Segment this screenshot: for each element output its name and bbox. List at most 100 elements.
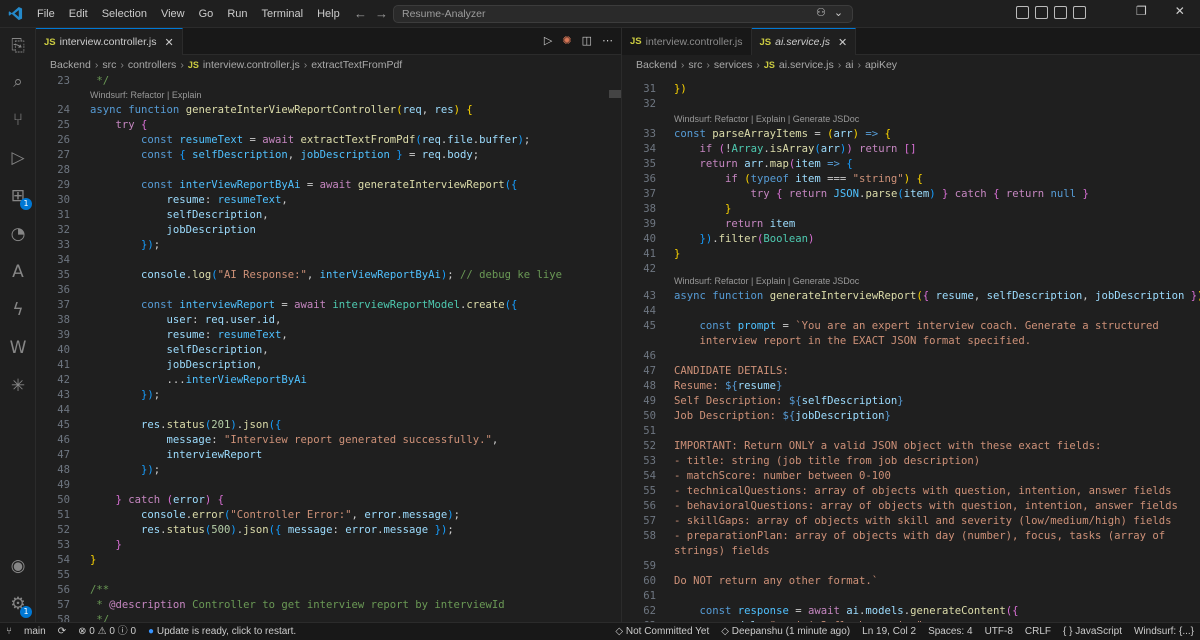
- breadcrumb: Backend › src › services › JS ai.service.js › ai ›…: [622, 56, 1200, 74]
- copilot-icon[interactable]: ⚇: [816, 6, 826, 19]
- command-center-search[interactable]: Resume-Analyzer: [393, 5, 853, 23]
- breadcrumb-item[interactable]: controllers: [128, 59, 176, 71]
- codelens[interactable]: Windsurf: Refactor | Explain: [90, 90, 201, 103]
- code-text: selfDescription,: [166, 209, 269, 221]
- windsurf-icon[interactable]: W: [6, 336, 30, 360]
- menu-item-view[interactable]: View: [154, 0, 192, 28]
- line-number: 40: [643, 233, 656, 245]
- source-control-icon[interactable]: ⑂: [6, 108, 30, 132]
- encoding[interactable]: UTF-8: [979, 623, 1019, 640]
- layout-controls: [1016, 6, 1086, 19]
- gear-icon[interactable]: ⚙: [6, 592, 32, 618]
- breadcrumb-item[interactable]: apiKey: [865, 59, 897, 71]
- breadcrumb-item[interactable]: Backend: [50, 59, 91, 71]
- problems[interactable]: ⊗ 0 ⚠ 0 ⓘ 0: [72, 623, 142, 640]
- layout-customize-icon[interactable]: [1016, 6, 1029, 19]
- code-line: 49: [36, 478, 621, 493]
- breadcrumb-item[interactable]: src: [102, 59, 116, 71]
- breadcrumb-item[interactable]: extractTextFromPdf: [311, 59, 402, 71]
- close-icon[interactable]: ✕: [1175, 4, 1185, 18]
- run-icon[interactable]: ▷: [544, 34, 552, 47]
- menu-item-help[interactable]: Help: [310, 0, 347, 28]
- line-number: 53: [643, 455, 656, 467]
- line-number: 38: [643, 203, 656, 215]
- breadcrumb-item[interactable]: ai: [845, 59, 853, 71]
- branch[interactable]: main: [18, 623, 52, 640]
- code-line: 54 - matchScore: number between 0-100: [622, 469, 1200, 484]
- breadcrumb-item[interactable]: Backend: [636, 59, 677, 71]
- code-text: }).filter(Boolean): [699, 233, 815, 245]
- forward-arrow-icon[interactable]: →: [375, 6, 388, 21]
- more-actions-icon[interactable]: ⋯: [602, 34, 613, 47]
- back-arrow-icon[interactable]: ←: [354, 6, 367, 21]
- cursor-position[interactable]: Ln 19, Col 2: [856, 623, 922, 640]
- line-number: 33: [643, 128, 656, 140]
- restore-icon[interactable]: ❐: [1136, 4, 1147, 18]
- close-icon[interactable]: ✕: [838, 36, 847, 49]
- split-editor-icon[interactable]: ◫: [582, 34, 592, 47]
- menu-item-edit[interactable]: Edit: [62, 0, 95, 28]
- code-line: 59: [622, 559, 1200, 574]
- code-text: try {: [115, 119, 148, 131]
- update-notice[interactable]: ● Update is ready, click to restart.: [142, 623, 302, 640]
- code-line: 31}): [622, 82, 1200, 97]
- indentation[interactable]: Spaces: 4: [922, 623, 978, 640]
- tab-ai-service[interactable]: JS ai.service.js ✕: [751, 28, 857, 55]
- code-line: 39 resume: resumeText,: [36, 328, 621, 343]
- windsurf-status[interactable]: Windsurf: {...}: [1128, 623, 1200, 640]
- tab-interview-controller[interactable]: JS interview.controller.js: [622, 28, 752, 55]
- code-line: strings) fields: [622, 544, 1200, 559]
- toggle-secondary-sidebar-icon[interactable]: [1073, 6, 1086, 19]
- breadcrumb-item[interactable]: src: [688, 59, 702, 71]
- breadcrumb-item[interactable]: interview.controller.js: [203, 59, 300, 71]
- codelens[interactable]: Windsurf: Refactor | Explain | Generate …: [674, 114, 859, 127]
- extensions-icon[interactable]: ⊞: [6, 184, 32, 210]
- code-text: */: [90, 75, 110, 87]
- line-number: 42: [643, 263, 656, 275]
- line-number: 49: [643, 395, 656, 407]
- menu-item-go[interactable]: Go: [192, 0, 221, 28]
- edge-icon[interactable]: ◔: [6, 222, 30, 246]
- breadcrumb: Backend › src › controllers › JS interview.cont…: [36, 56, 621, 74]
- code-line: 40 selfDescription,: [36, 343, 621, 358]
- code-line: 42: [622, 262, 1200, 277]
- azure-icon[interactable]: A: [6, 260, 30, 284]
- git-commit[interactable]: ◇ Not Committed Yet: [609, 623, 715, 640]
- account-icon[interactable]: ◉: [6, 554, 30, 578]
- toggle-sidebar-icon[interactable]: [1035, 6, 1048, 19]
- breadcrumb-item[interactable]: services: [714, 59, 753, 71]
- code-text: Self Description: ${selfDescription}: [674, 395, 904, 407]
- language-mode[interactable]: { } JavaScript: [1057, 623, 1128, 640]
- menu-item-selection[interactable]: Selection: [95, 0, 154, 28]
- git-blame[interactable]: ◇ Deepanshu (1 minute ago): [715, 623, 856, 640]
- code-line: 53 }: [36, 538, 621, 553]
- code-text: ...interViewReportByAi: [90, 374, 307, 386]
- toggle-panel-icon[interactable]: [1054, 6, 1067, 19]
- sync-icon[interactable]: ⟳: [52, 623, 72, 640]
- code-line: 34: [36, 253, 621, 268]
- chevron-down-icon[interactable]: ⌄: [834, 6, 843, 19]
- menu-item-file[interactable]: File: [30, 0, 62, 28]
- codelens[interactable]: Windsurf: Refactor | Explain | Generate …: [674, 276, 859, 289]
- remote-icon[interactable]: ⑂: [0, 623, 18, 640]
- close-icon[interactable]: ✕: [165, 36, 174, 49]
- menu-item-run[interactable]: Run: [220, 0, 254, 28]
- line-number: 41: [57, 359, 70, 371]
- run-debug-icon[interactable]: ▷: [6, 146, 30, 170]
- breadcrumb-item[interactable]: ai.service.js: [779, 59, 834, 71]
- claude-icon[interactable]: ✳: [6, 374, 30, 398]
- code-line: 56 - behavioralQuestions: array of object…: [622, 499, 1200, 514]
- menu-item-terminal[interactable]: Terminal: [255, 0, 311, 28]
- code-text: Resume: ${resume}: [674, 380, 783, 392]
- copilot-menu[interactable]: ⚇ ⌄: [816, 6, 843, 19]
- search-icon[interactable]: ⌕: [6, 70, 30, 94]
- activity-bar: ⎘ ⌕ ⑂ ▷ ⊞ ◔ A ϟ W ✳ ◉ ⚙: [0, 28, 36, 622]
- files-icon[interactable]: ⎘: [6, 34, 30, 58]
- line-number: 35: [643, 158, 656, 170]
- claude-icon[interactable]: ✺: [562, 34, 571, 47]
- eol[interactable]: CRLF: [1019, 623, 1057, 640]
- line-number: 51: [643, 425, 656, 437]
- code-text: - title: string (job title from job desc…: [674, 455, 981, 467]
- tab-interview-controller[interactable]: JS interview.controller.js ✕: [36, 28, 183, 55]
- thunder-icon[interactable]: ϟ: [6, 298, 30, 322]
